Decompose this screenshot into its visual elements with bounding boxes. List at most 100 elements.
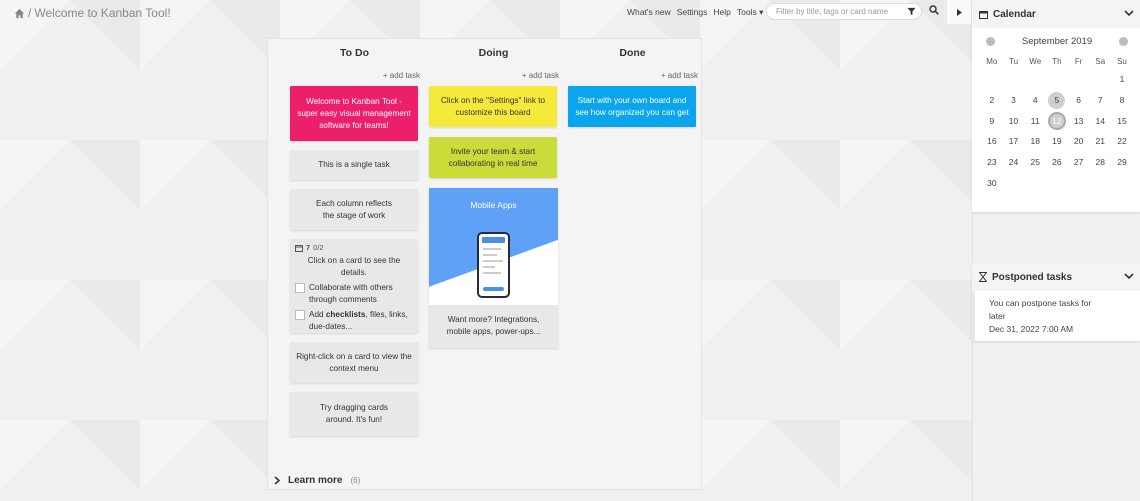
task-card[interactable]: This is a single task: [290, 150, 418, 180]
calendar-day[interactable]: 29: [1111, 152, 1133, 173]
task-card[interactable]: Try dragging cards around. It's fun!: [290, 392, 418, 436]
calendar-day[interactable]: 30: [981, 172, 1003, 193]
weekday-label: We: [1029, 56, 1042, 66]
column-header-todo[interactable]: To Do: [285, 47, 424, 59]
calendar-day[interactable]: 11: [1024, 110, 1046, 131]
whats-new-link[interactable]: What's new: [627, 7, 671, 18]
tools-menu[interactable]: Tools ▾: [737, 7, 764, 18]
calendar-day[interactable]: 15: [1111, 110, 1133, 131]
calendar-day[interactable]: 23: [981, 152, 1003, 173]
calendar-day-number: 13: [1073, 115, 1084, 126]
weekday-label: Fr: [1074, 56, 1083, 66]
calendar-day[interactable]: 20: [1068, 131, 1090, 152]
calendar-day[interactable]: 6: [1068, 90, 1090, 111]
search-icon[interactable]: [929, 5, 939, 15]
postponed-header[interactable]: Postponed tasks: [972, 263, 1140, 291]
sidebar-toggle-button[interactable]: [947, 0, 971, 24]
image-title: Mobile Apps: [470, 200, 517, 210]
chevron-down-icon[interactable]: [1124, 8, 1134, 18]
calendar-day-number: 24: [1008, 157, 1019, 168]
task-card-text: Want more? Integrations, mobile apps, po…: [446, 315, 541, 336]
search-input[interactable]: [776, 7, 906, 16]
calendar-icon: [295, 245, 303, 252]
calendar-day[interactable]: 16: [981, 131, 1003, 152]
add-task-done[interactable]: + add task: [568, 71, 698, 80]
calendar-icon: [979, 10, 988, 19]
calendar-day[interactable]: 13: [1068, 110, 1090, 131]
calendar-day[interactable]: 27: [1068, 152, 1090, 173]
calendar-day[interactable]: 17: [1003, 131, 1025, 152]
task-card[interactable]: Right-click on a card to view the contex…: [290, 342, 418, 383]
calendar-day-number: 25: [1030, 157, 1040, 168]
calendar-day[interactable]: 26: [1046, 152, 1068, 173]
task-card-text: Each column reflects the stage of work: [316, 198, 392, 220]
calendar-day[interactable]: 12: [1046, 110, 1068, 131]
calendar-day[interactable]: 10: [1003, 110, 1025, 131]
filter-icon[interactable]: [907, 7, 916, 16]
learn-more-count: (6): [350, 476, 361, 485]
task-card[interactable]: Start with your own board and see how or…: [568, 86, 696, 127]
calendar-day-number: 27: [1073, 157, 1084, 168]
calendar-day-number: 3: [1011, 95, 1016, 106]
checklist-checkbox[interactable]: [295, 283, 305, 293]
help-link[interactable]: Help: [713, 7, 730, 18]
calendar-day[interactable]: 5: [1046, 90, 1068, 111]
task-card-text: Invite your team & start collaborating i…: [448, 146, 538, 168]
task-card[interactable]: Click on the "Settings" link to customiz…: [429, 86, 557, 127]
breadcrumb-separator: /: [28, 6, 32, 20]
mobile-apps-image: Mobile Apps: [429, 188, 558, 305]
next-month-icon[interactable]: [1119, 37, 1128, 46]
calendar-day[interactable]: 7: [1089, 90, 1111, 111]
calendar-widget: Calendar September 2019 Mo Tu We Th Fr Sa Su 1 2…: [972, 0, 1140, 212]
calendar-header[interactable]: Calendar: [972, 0, 1140, 28]
checklist-item-prefix: Add: [309, 310, 326, 319]
calendar-day[interactable]: 8: [1111, 90, 1133, 111]
prev-month-icon[interactable]: [986, 37, 995, 46]
calendar-day[interactable]: 18: [1024, 131, 1046, 152]
calendar-day-number: 26: [1052, 157, 1062, 168]
column-header-done[interactable]: Done: [563, 47, 702, 59]
checklist-task-card[interactable]: 7 0/2 Click on a card to see the details…: [290, 239, 418, 333]
add-task-todo[interactable]: + add task: [290, 71, 420, 80]
calendar-day[interactable]: 25: [1024, 152, 1046, 173]
calendar-day[interactable]: 4: [1024, 90, 1046, 111]
calendar-day-number: 11: [1030, 115, 1040, 126]
calendar-day[interactable]: 2: [981, 90, 1003, 111]
settings-link[interactable]: Settings: [677, 7, 708, 18]
calendar-empty: [981, 69, 1003, 90]
checklist-item-text: Add checklists, files, links, due-dates.…: [309, 309, 413, 333]
phone-illustration: [477, 232, 510, 298]
calendar-empty: [1046, 69, 1068, 90]
chevron-down-icon[interactable]: [1124, 271, 1134, 281]
calendar-title: Calendar: [993, 8, 1036, 20]
home-icon[interactable]: [14, 8, 25, 19]
calendar-day[interactable]: 19: [1046, 131, 1068, 152]
calendar-day[interactable]: 24: [1003, 152, 1025, 173]
calendar-day-number: 15: [1117, 115, 1127, 126]
calendar-day[interactable]: 28: [1089, 152, 1111, 173]
calendar-day-number: 2: [989, 95, 995, 106]
calendar-day[interactable]: 22: [1111, 131, 1133, 152]
image-task-card[interactable]: Mobile Apps Want more? Integrations, mob…: [429, 188, 558, 348]
page-title: Welcome to Kanban Tool!: [34, 6, 171, 20]
calendar-day-number: 14: [1095, 115, 1106, 126]
calendar-empty: [1068, 69, 1090, 90]
calendar-month: September 2019: [1021, 36, 1093, 47]
calendar-day[interactable]: 21: [1089, 131, 1111, 152]
calendar-day[interactable]: 1: [1111, 69, 1133, 90]
task-card[interactable]: Welcome to Kanban Tool - super easy visu…: [290, 86, 418, 141]
add-task-doing[interactable]: + add task: [429, 71, 559, 80]
postponed-task[interactable]: You can postpone tasks for later Dec 31,…: [972, 291, 1140, 342]
postponed-task-text: You can postpone tasks for later: [989, 298, 1092, 321]
learn-more-toggle[interactable]: Learn more (6): [274, 475, 360, 486]
calendar-day[interactable]: 9: [981, 110, 1003, 131]
breadcrumb: / Welcome to Kanban Tool!: [14, 6, 171, 20]
task-card[interactable]: Each column reflects the stage of work: [290, 189, 418, 230]
calendar-day-number: 5: [1048, 91, 1066, 109]
calendar-day[interactable]: 14: [1089, 110, 1111, 131]
calendar-day[interactable]: 3: [1003, 90, 1025, 111]
column-header-doing[interactable]: Doing: [424, 47, 563, 59]
checklist-checkbox[interactable]: [295, 310, 305, 320]
weekday-label: Su: [1117, 56, 1127, 66]
task-card[interactable]: Invite your team & start collaborating i…: [429, 137, 557, 178]
